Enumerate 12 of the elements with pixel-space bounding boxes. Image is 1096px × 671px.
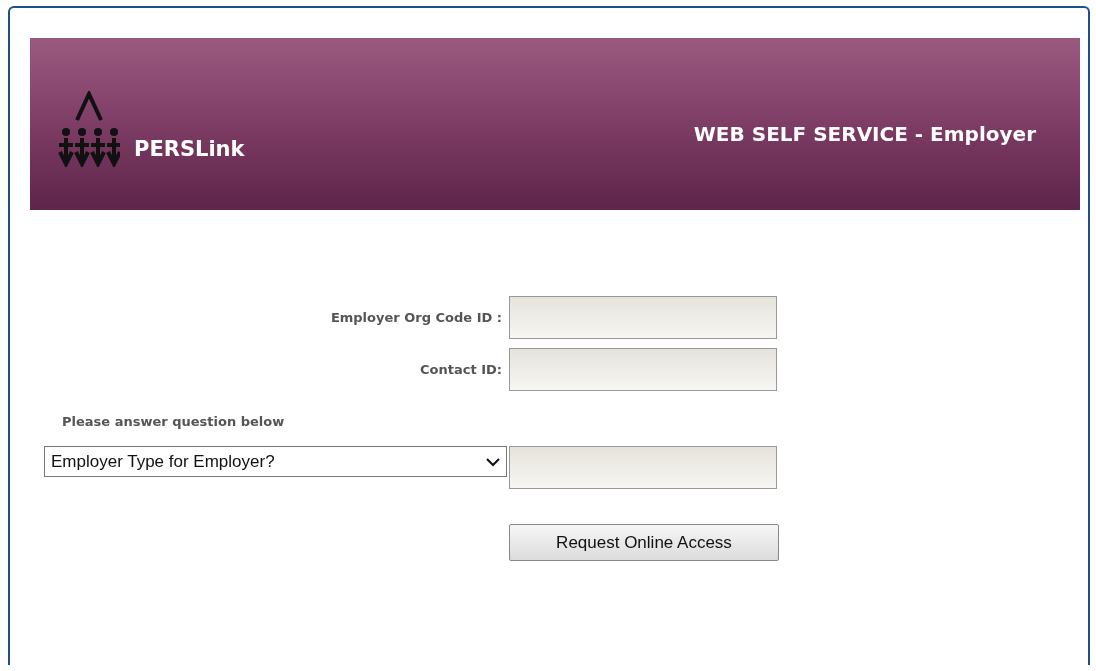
- page-title: WEB SELF SERVICE - Employer: [693, 122, 1036, 146]
- field-label: Employer Org Code ID :: [330, 310, 503, 325]
- request-access-button[interactable]: Request Online Access: [509, 524, 779, 561]
- field-label: Contact ID:: [420, 362, 503, 377]
- input-field[interactable]: [509, 348, 777, 391]
- question-dropdown[interactable]: Employer Type for Employer?: [44, 446, 507, 477]
- input-field[interactable]: [509, 296, 777, 339]
- chevron-down-icon: [486, 456, 500, 467]
- people-logo-icon: [58, 91, 120, 167]
- question-prompt: Please answer question below: [62, 414, 286, 429]
- answer-field[interactable]: [509, 446, 777, 489]
- brand-name: PERSLink: [134, 137, 245, 161]
